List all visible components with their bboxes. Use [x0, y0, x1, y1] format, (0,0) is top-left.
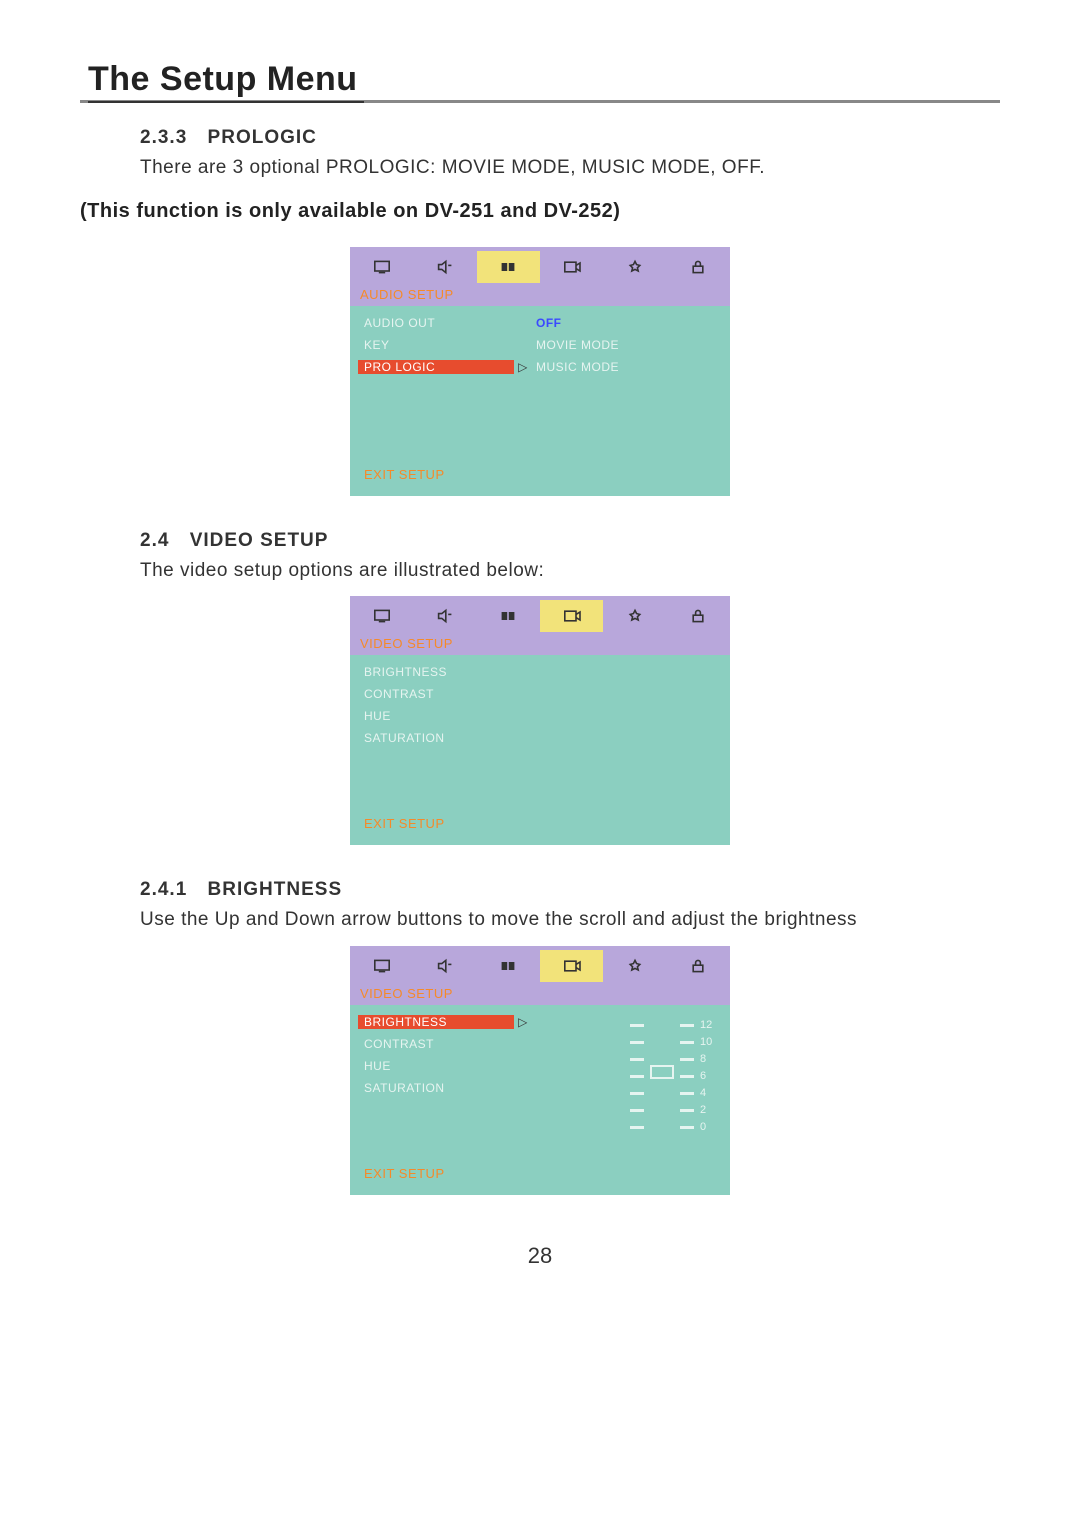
tab-video-icon	[540, 600, 603, 632]
scale-tick	[680, 1075, 694, 1078]
osd-row: AUDIO OUT OFF	[358, 312, 722, 334]
heading-text: VIDEO SETUP	[190, 530, 329, 551]
heading-num: 2.4	[140, 530, 169, 551]
tab-video-icon	[540, 251, 603, 283]
body-24: The video setup options are illustrated …	[140, 558, 1000, 585]
scale-numbers: 12 10 8 6 4 2 0	[700, 1017, 716, 1136]
tab-preference-icon	[603, 950, 666, 982]
tab-preference-icon	[603, 251, 666, 283]
scale-num: 10	[700, 1034, 716, 1051]
page-number: 28	[80, 1243, 1000, 1269]
osd-item-label: CONTRAST	[358, 687, 514, 701]
scale-tick	[680, 1024, 694, 1027]
osd-item-label-selected: PRO LOGIC	[358, 360, 514, 374]
osd-item-label: AUDIO OUT	[358, 316, 514, 330]
body-233: There are 3 optional PROLOGIC: MOVIE MOD…	[140, 155, 1000, 182]
osd-row: SATURATION	[358, 727, 722, 749]
chevron-right-icon: ▷	[514, 360, 532, 374]
heading-text: BRIGHTNESS	[208, 879, 343, 900]
tab-password-icon	[667, 950, 730, 982]
osd-item-value: OFF	[532, 316, 722, 330]
scale-tick	[680, 1126, 694, 1129]
heading-num: 2.4.1	[140, 879, 187, 900]
osd-tabs	[350, 950, 730, 982]
osd-exit-label: EXIT SETUP	[364, 816, 445, 831]
scale-tick	[630, 1109, 644, 1112]
tab-general-icon	[350, 950, 413, 982]
osd-item-value: MOVIE MODE	[532, 338, 722, 352]
scale-num: 2	[700, 1102, 716, 1119]
tab-speaker-icon	[413, 950, 476, 982]
scale-ticks-left	[630, 1017, 644, 1136]
scale-num: 0	[700, 1119, 716, 1136]
scale-num: 8	[700, 1051, 716, 1068]
osd-item-value: MUSIC MODE	[532, 360, 722, 374]
osd-exit-label: EXIT SETUP	[364, 467, 445, 482]
osd-row: PRO LOGIC ▷ MUSIC MODE	[358, 356, 722, 378]
heading-24: 2.4 VIDEO SETUP	[140, 530, 1000, 552]
scale-ticks-right	[680, 1017, 694, 1136]
scale-num: 6	[700, 1068, 716, 1085]
tab-general-icon	[350, 600, 413, 632]
tab-speaker-icon	[413, 600, 476, 632]
osd-row: CONTRAST	[358, 683, 722, 705]
scale-tick	[630, 1126, 644, 1129]
heading-num: 2.3.3	[140, 127, 187, 148]
scale-tick	[630, 1058, 644, 1061]
osd-section-label: VIDEO SETUP	[350, 632, 730, 655]
osd-item-label-selected: BRIGHTNESS	[358, 1015, 514, 1029]
tab-password-icon	[667, 251, 730, 283]
heading-241: 2.4.1 BRIGHTNESS	[140, 879, 1000, 901]
brightness-scale: 12 10 8 6 4 2 0	[630, 1017, 716, 1136]
osd-item-label: SATURATION	[358, 1081, 514, 1095]
osd-brightness: VIDEO SETUP BRIGHTNESS ▷ CONTRAST HUE SA…	[350, 946, 730, 1195]
tab-dolby-icon	[477, 950, 540, 982]
tab-preference-icon	[603, 600, 666, 632]
scale-tick	[680, 1109, 694, 1112]
osd-row: BRIGHTNESS	[358, 661, 722, 683]
osd-tabs	[350, 251, 730, 283]
osd-item-label: KEY	[358, 338, 514, 352]
chevron-right-icon: ▷	[514, 1015, 532, 1029]
osd-item-label: SATURATION	[358, 731, 514, 745]
osd-item-label: HUE	[358, 1059, 514, 1073]
tab-password-icon	[667, 600, 730, 632]
scale-tick	[630, 1092, 644, 1095]
scale-tick	[680, 1092, 694, 1095]
osd-row: HUE	[358, 705, 722, 727]
osd-item-label: HUE	[358, 709, 514, 723]
osd-item-label: CONTRAST	[358, 1037, 514, 1051]
osd-exit-label: EXIT SETUP	[364, 1166, 445, 1181]
osd-audio-prologic: AUDIO SETUP AUDIO OUT OFF KEY MOVIE MODE…	[350, 247, 730, 496]
osd-item-label: BRIGHTNESS	[358, 665, 514, 679]
tab-video-icon	[540, 950, 603, 982]
osd-section-label: VIDEO SETUP	[350, 982, 730, 1005]
page-title: The Setup Menu	[88, 60, 364, 103]
scale-num: 12	[700, 1017, 716, 1034]
scale-marker-col	[650, 1065, 674, 1136]
scale-tick	[630, 1075, 644, 1078]
tab-dolby-icon	[477, 600, 540, 632]
tab-speaker-icon	[413, 251, 476, 283]
scale-tick	[630, 1041, 644, 1044]
heading-text: PROLOGIC	[208, 127, 317, 148]
scale-num: 4	[700, 1085, 716, 1102]
scale-tick	[630, 1024, 644, 1027]
osd-video-setup: VIDEO SETUP BRIGHTNESS CONTRAST HUE SATU…	[350, 596, 730, 845]
availability-note: (This function is only available on DV-2…	[80, 200, 1000, 223]
heading-233: 2.3.3 PROLOGIC	[140, 127, 1000, 149]
scale-marker	[650, 1065, 674, 1079]
tab-general-icon	[350, 251, 413, 283]
scale-tick	[680, 1058, 694, 1061]
tab-dolby-icon	[477, 251, 540, 283]
osd-tabs	[350, 600, 730, 632]
scale-tick	[680, 1041, 694, 1044]
body-241: Use the Up and Down arrow buttons to mov…	[140, 907, 1000, 934]
osd-section-label: AUDIO SETUP	[350, 283, 730, 306]
osd-row: KEY MOVIE MODE	[358, 334, 722, 356]
